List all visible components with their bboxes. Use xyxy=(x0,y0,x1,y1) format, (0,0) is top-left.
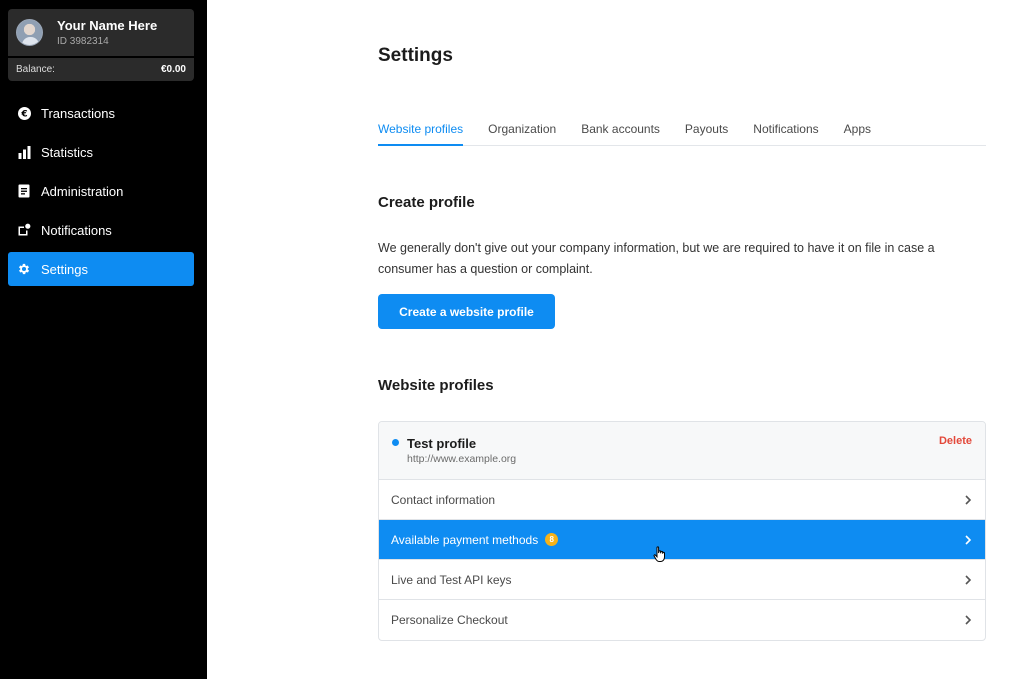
create-profile-description: We generally don't give out your company… xyxy=(378,241,935,276)
count-badge: 8 xyxy=(545,533,559,546)
create-profile-heading: Create profile xyxy=(378,194,475,211)
sidebar-item-notifications[interactable]: Notifications xyxy=(8,213,194,247)
page-title: Settings xyxy=(378,45,453,66)
tab-notifications[interactable]: Notifications xyxy=(753,116,818,146)
euro-circle-icon: € xyxy=(17,106,31,120)
profile-header: Test profile http://www.example.org Dele… xyxy=(379,422,985,480)
account-card[interactable]: Your Name Here ID 3982314 xyxy=(8,9,194,56)
profile-card: Test profile http://www.example.org Dele… xyxy=(378,421,986,641)
sidebar-item-statistics[interactable]: Statistics xyxy=(8,135,194,169)
account-name: Your Name Here xyxy=(57,18,158,33)
website-profiles-heading: Website profiles xyxy=(378,377,494,394)
settings-tabs: Website profiles Organization Bank accou… xyxy=(378,116,986,146)
tab-bank-accounts[interactable]: Bank accounts xyxy=(581,116,660,146)
avatar xyxy=(16,19,43,46)
row-available-payment-methods[interactable]: Available payment methods 8 xyxy=(379,520,985,562)
delete-profile-link[interactable]: Delete xyxy=(939,435,972,447)
sidebar-item-label: Statistics xyxy=(41,144,94,160)
sidebar-item-label: Notifications xyxy=(41,222,112,238)
balance-bar: Balance: €0.00 xyxy=(8,58,194,81)
sidebar-item-label: Transactions xyxy=(41,105,115,121)
chevron-right-icon xyxy=(965,535,972,545)
account-id: ID 3982314 xyxy=(57,36,109,47)
bar-chart-icon xyxy=(17,145,31,159)
chevron-right-icon xyxy=(965,615,972,625)
profile-url: http://www.example.org xyxy=(407,453,517,465)
row-label: Available payment methods xyxy=(391,532,539,547)
tab-website-profiles[interactable]: Website profiles xyxy=(378,116,464,146)
tab-payouts[interactable]: Payouts xyxy=(685,116,728,146)
chevron-right-icon xyxy=(965,575,972,585)
row-personalize-checkout[interactable]: Personalize Checkout xyxy=(379,600,985,640)
status-dot xyxy=(392,439,399,446)
row-contact-information[interactable]: Contact information xyxy=(379,480,985,520)
tab-organization[interactable]: Organization xyxy=(488,116,556,146)
row-api-keys[interactable]: Live and Test API keys xyxy=(379,560,985,600)
document-icon xyxy=(17,184,31,198)
chevron-right-icon xyxy=(965,495,972,505)
profile-name: Test profile xyxy=(407,436,477,451)
row-label: Personalize Checkout xyxy=(391,613,508,627)
gear-icon xyxy=(17,262,31,276)
sidebar-item-administration[interactable]: Administration xyxy=(8,174,194,208)
balance-value: €0.00 xyxy=(160,64,186,75)
row-label: Live and Test API keys xyxy=(391,572,512,587)
sidebar-item-label: Settings xyxy=(41,261,88,277)
svg-text:€: € xyxy=(20,109,27,119)
balance-label: Balance: xyxy=(16,64,55,75)
sidebar-item-label: Administration xyxy=(41,183,124,199)
sidebar: Your Name Here ID 3982314 Balance: €0.00… xyxy=(0,0,207,679)
tab-apps[interactable]: Apps xyxy=(844,116,871,146)
notification-icon xyxy=(17,223,31,237)
app: Your Name Here ID 3982314 Balance: €0.00… xyxy=(0,0,1024,679)
sidebar-nav: € Transactions Statistics Administration xyxy=(8,96,194,291)
create-website-profile-button[interactable]: Create a website profile xyxy=(378,294,555,329)
row-label: Contact information xyxy=(391,492,496,507)
sidebar-item-transactions[interactable]: € Transactions xyxy=(8,96,194,130)
sidebar-item-settings[interactable]: Settings xyxy=(8,252,194,286)
